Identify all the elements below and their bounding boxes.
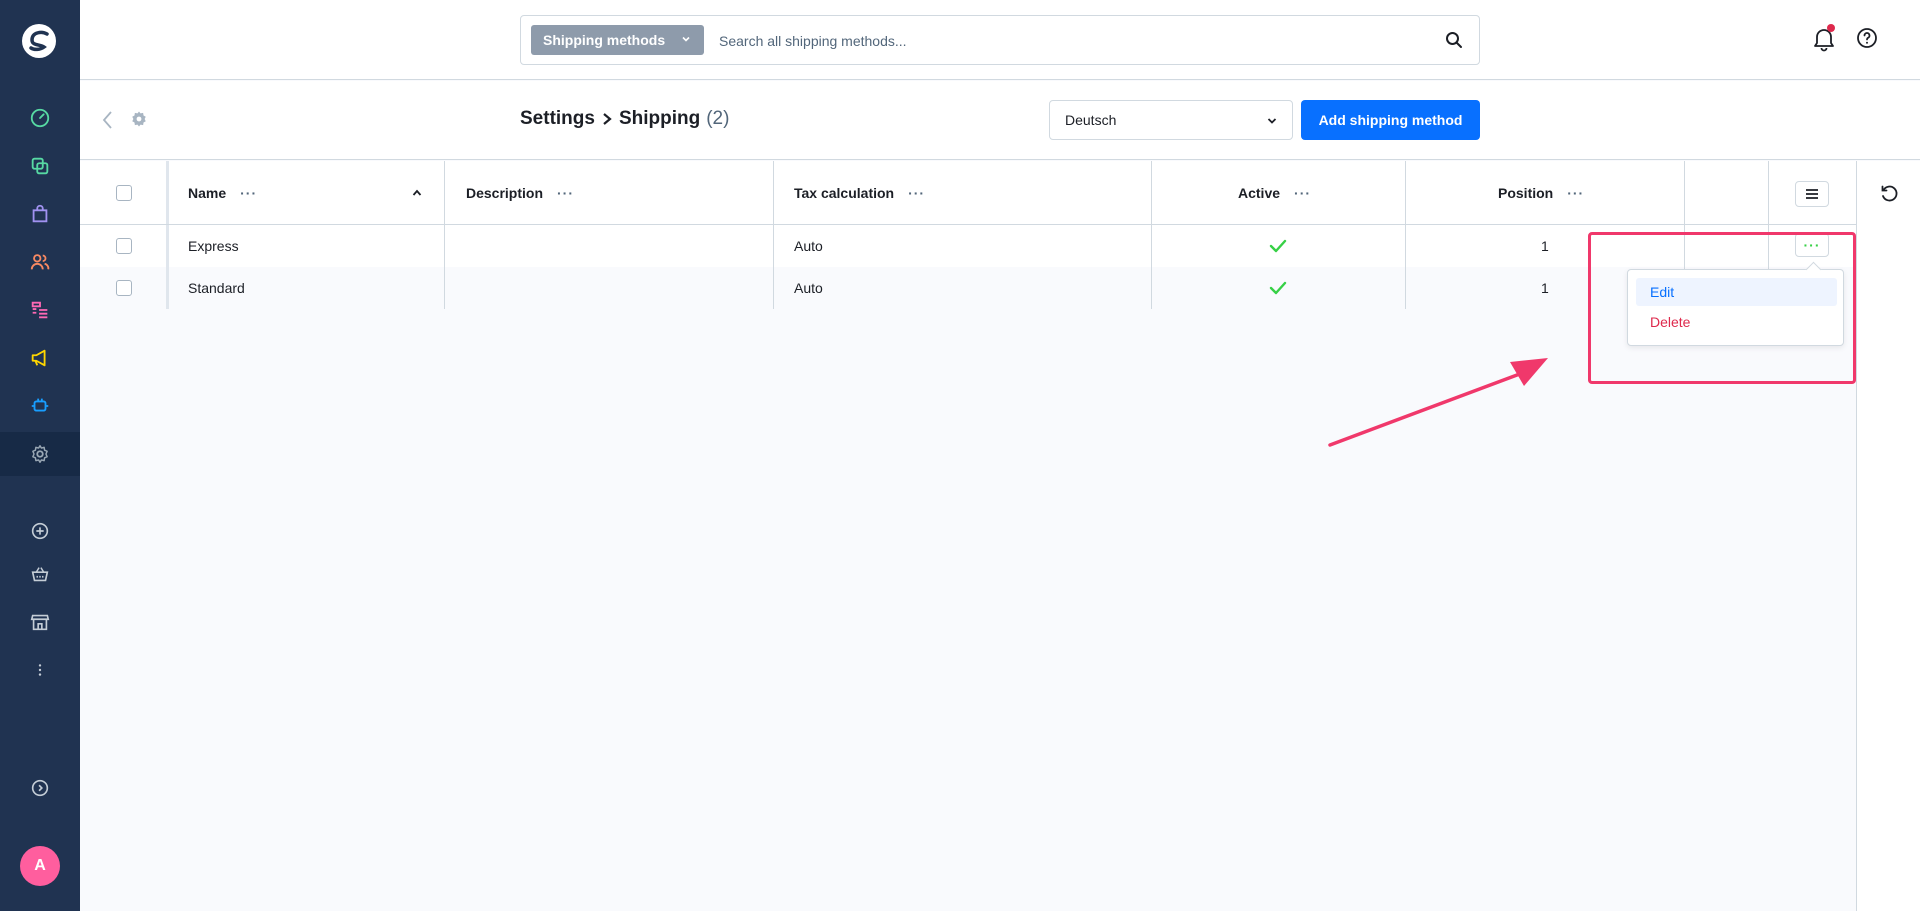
top-bar: Shipping methods xyxy=(80,0,1920,80)
column-divider xyxy=(444,225,445,267)
checkmark-icon xyxy=(1269,281,1287,295)
storefront-icon[interactable] xyxy=(26,608,54,636)
orders-icon[interactable] xyxy=(26,200,54,228)
column-divider xyxy=(1151,267,1152,309)
column-header-label: Name xyxy=(188,184,227,201)
column-header-name[interactable]: Name ··· xyxy=(188,161,257,224)
dashboard-icon[interactable] xyxy=(26,104,54,132)
extensions-icon[interactable] xyxy=(26,392,54,420)
column-divider xyxy=(773,161,774,224)
notification-badge xyxy=(1827,24,1835,32)
cell-name[interactable]: Standard xyxy=(188,267,245,309)
column-divider xyxy=(166,161,169,224)
more-vertical-icon[interactable] xyxy=(26,656,54,684)
search-type-select[interactable]: Shipping methods xyxy=(531,25,704,55)
add-circle-icon[interactable] xyxy=(26,517,54,545)
column-options-icon[interactable]: ··· xyxy=(240,185,257,201)
column-divider xyxy=(444,161,445,224)
column-options-icon[interactable]: ··· xyxy=(1567,185,1584,201)
chevron-down-icon xyxy=(1267,118,1277,124)
cell-position: 1 xyxy=(1541,238,1549,254)
column-divider xyxy=(444,267,445,309)
chevron-right-icon xyxy=(603,113,612,125)
refresh-icon[interactable] xyxy=(1879,184,1899,204)
menu-lines-icon xyxy=(1806,189,1818,199)
column-divider xyxy=(166,267,169,309)
annotation-arrow-icon xyxy=(1328,358,1548,447)
help-icon[interactable] xyxy=(1855,26,1879,50)
content-icon[interactable] xyxy=(26,296,54,324)
sort-ascending-icon[interactable] xyxy=(412,188,422,198)
global-search: Shipping methods xyxy=(520,15,1480,65)
language-value: Deutsch xyxy=(1065,112,1117,128)
chevron-down-icon xyxy=(682,36,690,42)
column-divider xyxy=(1405,267,1406,309)
column-divider xyxy=(1405,225,1406,267)
column-header-description[interactable]: Description ··· xyxy=(466,161,574,224)
expand-sidebar-icon[interactable] xyxy=(26,774,54,802)
marketing-icon[interactable] xyxy=(26,344,54,372)
cell-tax-calculation: Auto xyxy=(794,280,823,296)
column-divider xyxy=(1768,161,1769,224)
column-header-tax-calculation[interactable]: Tax calculation ··· xyxy=(794,161,925,224)
sidebar: A xyxy=(0,0,80,911)
grid-header: Name ··· Description ··· Tax calculation… xyxy=(80,161,1857,225)
column-divider xyxy=(1405,161,1406,224)
avatar[interactable]: A xyxy=(20,846,60,886)
checkmark-icon xyxy=(1269,239,1287,253)
column-header-label: Tax calculation xyxy=(794,184,895,201)
content-header: Settings Shipping (2) Deutsch Add shippi… xyxy=(80,81,1920,160)
column-options-icon[interactable]: ··· xyxy=(1294,185,1311,201)
select-all-checkbox[interactable] xyxy=(116,185,132,201)
search-type-label: Shipping methods xyxy=(543,32,666,48)
add-shipping-method-button[interactable]: Add shipping method xyxy=(1301,100,1480,140)
row-checkbox[interactable] xyxy=(116,280,132,296)
column-divider xyxy=(166,225,169,267)
shopware-logo-icon[interactable] xyxy=(20,22,58,60)
column-header-position[interactable]: Position ··· xyxy=(1498,161,1584,224)
page-title: Settings Shipping (2) xyxy=(520,108,729,130)
search-input[interactable] xyxy=(719,28,1419,54)
column-divider xyxy=(1684,161,1685,224)
basket-icon[interactable] xyxy=(26,560,54,588)
breadcrumb-parent[interactable]: Settings xyxy=(520,108,595,130)
item-count: (2) xyxy=(706,108,730,129)
column-divider xyxy=(1151,225,1152,267)
cell-position: 1 xyxy=(1541,280,1549,296)
settings-cog-icon xyxy=(132,111,146,127)
chevron-left-icon[interactable] xyxy=(100,109,116,131)
column-header-label: Active xyxy=(1238,184,1281,201)
column-divider xyxy=(1151,161,1152,224)
row-checkbox[interactable] xyxy=(116,238,132,254)
breadcrumb-current: Shipping xyxy=(618,108,701,129)
annotation-highlight-box xyxy=(1588,232,1856,384)
column-header-label: Position xyxy=(1498,184,1554,201)
catalogue-icon[interactable] xyxy=(26,152,54,180)
cell-tax-calculation: Auto xyxy=(794,238,823,254)
cell-name[interactable]: Express xyxy=(188,225,239,267)
column-header-active[interactable]: Active ··· xyxy=(1238,161,1311,224)
column-options-icon[interactable]: ··· xyxy=(908,185,925,201)
column-header-label: Description xyxy=(466,184,544,201)
column-divider xyxy=(773,267,774,309)
grid-settings-button[interactable] xyxy=(1795,181,1829,207)
language-select[interactable]: Deutsch xyxy=(1049,100,1293,140)
column-divider xyxy=(773,225,774,267)
search-icon[interactable] xyxy=(1445,31,1463,49)
column-options-icon[interactable]: ··· xyxy=(557,185,574,201)
sidebar-right xyxy=(1856,161,1920,911)
settings-icon[interactable] xyxy=(26,440,54,468)
customers-icon[interactable] xyxy=(26,248,54,276)
